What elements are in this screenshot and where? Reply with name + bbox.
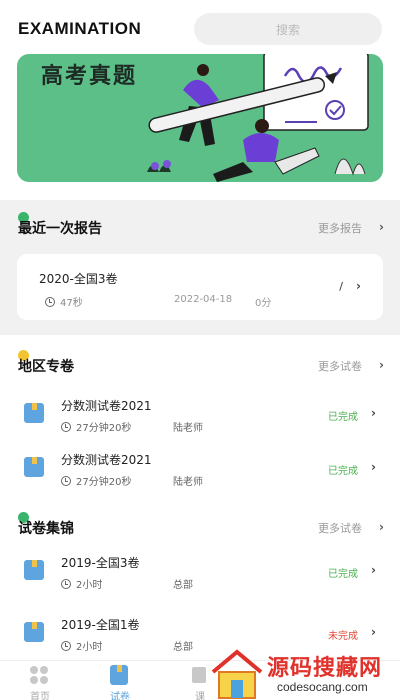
clock-icon	[61, 640, 71, 651]
tab-label: 首页	[30, 692, 50, 700]
watermark: 源码搜藏网 codesocang.com	[205, 648, 400, 700]
paper-teacher: 陆老师	[173, 423, 203, 434]
paper-time-value: 2小时	[76, 580, 103, 591]
section-title: 最近一次报告	[18, 221, 102, 237]
tab-home[interactable]: 首页	[0, 661, 80, 700]
paper-name: 分数测试卷2021	[61, 453, 152, 467]
paper-name: 2019-全国1卷	[61, 618, 140, 632]
paper-time-value: 27分钟20秒	[76, 477, 132, 488]
tab-label: 试卷	[110, 692, 130, 700]
banner-title: 高考真题	[41, 64, 138, 89]
home-grid-icon	[30, 666, 48, 684]
paper-name: 分数测试卷2021	[61, 399, 152, 413]
more-reports-link[interactable]: 更多报告	[318, 220, 362, 236]
chevron-right-icon[interactable]: ›	[379, 358, 384, 372]
watermark-url: codesocang.com	[277, 680, 368, 694]
chevron-right-icon[interactable]: ›	[379, 220, 384, 234]
app-title: EXAMINATION	[18, 19, 142, 38]
recent-report-card[interactable]: 2020-全国3卷 47秒 2022-04-18 0分 / ›	[17, 254, 383, 320]
header: EXAMINATION 搜索	[0, 0, 400, 56]
paper-icon	[24, 403, 44, 423]
report-duration-value: 47秒	[60, 298, 83, 309]
paper-item[interactable]: 分数测试卷2021 27分钟20秒 陆老师 已完成 ›	[0, 443, 400, 497]
paper-status: 已完成	[328, 466, 358, 477]
paper-time: 2小时	[61, 576, 102, 591]
paper-status: 已完成	[328, 569, 358, 580]
paper-time-value: 27分钟20秒	[76, 423, 132, 434]
paper-item[interactable]: 分数测试卷2021 27分钟20秒 陆老师 已完成 ›	[0, 389, 400, 443]
paper-time: 27分钟20秒	[61, 473, 131, 488]
house-logo-icon	[211, 649, 263, 699]
recent-report-header: 最近一次报告 更多报告 ›	[0, 212, 400, 242]
search-input[interactable]: 搜索	[194, 13, 382, 45]
paper-icon	[110, 665, 128, 685]
paper-teacher: 总部	[173, 642, 193, 653]
section-title: 地区专卷	[18, 359, 74, 375]
banner[interactable]: 高考真题	[17, 54, 383, 182]
paper-icon	[24, 457, 44, 477]
paper-time: 2小时	[61, 638, 102, 653]
report-duration: 47秒	[45, 294, 83, 309]
paper-icon	[24, 560, 44, 580]
report-date: 2022-04-18	[174, 294, 233, 305]
watermark-text: 源码搜藏网	[267, 656, 383, 681]
clock-icon	[61, 578, 71, 589]
chevron-right-icon[interactable]: ›	[371, 406, 376, 420]
paper-teacher: 陆老师	[173, 477, 203, 488]
chevron-right-icon[interactable]: ›	[371, 625, 376, 639]
paper-icon	[24, 622, 44, 642]
paper-status: 未完成	[328, 631, 358, 642]
paper-time: 27分钟20秒	[61, 419, 131, 434]
collection-header: 试卷集锦 更多试卷 ›	[0, 512, 400, 542]
report-slash: /	[339, 280, 343, 293]
chevron-right-icon[interactable]: ›	[379, 520, 384, 534]
more-papers-link[interactable]: 更多试卷	[318, 358, 362, 374]
section-title: 试卷集锦	[18, 521, 74, 537]
report-name: 2020-全国3卷	[39, 272, 118, 286]
tab-papers[interactable]: 试卷	[80, 661, 160, 700]
paper-item[interactable]: 2019-全国3卷 2小时 总部 已完成 ›	[0, 546, 400, 600]
chevron-right-icon[interactable]: ›	[356, 279, 361, 293]
more-papers-link[interactable]: 更多试卷	[318, 520, 362, 536]
chevron-right-icon[interactable]: ›	[371, 460, 376, 474]
region-papers-header: 地区专卷 更多试卷 ›	[0, 350, 400, 380]
clock-icon	[61, 421, 71, 432]
app-page: EXAMINATION 搜索 高考真题 最近一次报告 更多报告 › 2020-全…	[0, 0, 400, 700]
chevron-right-icon[interactable]: ›	[371, 563, 376, 577]
clock-icon	[61, 475, 71, 486]
paper-name: 2019-全国3卷	[61, 556, 140, 570]
paper-time-value: 2小时	[76, 642, 103, 653]
paper-status: 已完成	[328, 412, 358, 423]
report-score: 0分	[255, 298, 272, 309]
clock-icon	[45, 296, 55, 307]
paper-teacher: 总部	[173, 580, 193, 591]
